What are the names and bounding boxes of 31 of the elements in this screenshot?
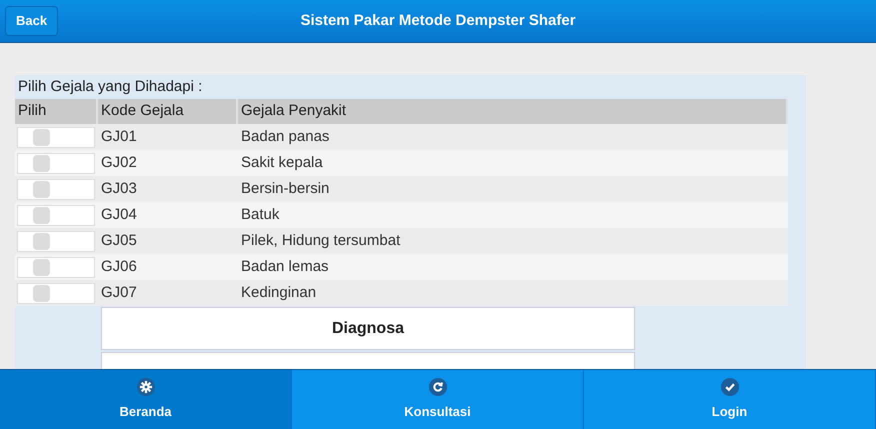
back-button[interactable]: Back (5, 6, 58, 36)
table-cell-text: Pilek, Hidung tersumbat (240, 230, 402, 251)
checkbox[interactable] (17, 230, 95, 252)
diagnosa-button[interactable]: Diagnosa (101, 307, 635, 350)
refresh-icon (428, 378, 446, 396)
checkbox[interactable] (17, 256, 95, 278)
table-cell-text: GJ04 (100, 204, 138, 225)
table-cell-text: Kedinginan (240, 282, 318, 303)
table-cell-text: GJ05 (100, 230, 138, 251)
table-cell-text: Badan lemas (240, 256, 330, 277)
table-cell-text: GJ02 (100, 152, 138, 173)
page-title: Sistem Pakar Metode Dempster Shafer (300, 10, 576, 31)
form-caption: Pilih Gejala yang Dihadapi : (17, 76, 204, 97)
table-cell-text: Badan panas (240, 126, 330, 147)
checkbox[interactable] (17, 152, 95, 174)
table-cell-text: GJ06 (100, 256, 138, 277)
nav-tab[interactable]: Beranda (0, 370, 292, 429)
nav-tab[interactable]: Login (584, 370, 876, 429)
table-cell-text: GJ01 (100, 126, 138, 147)
checkbox[interactable] (17, 282, 95, 304)
table-cell-text: Bersin-bersin (240, 178, 330, 199)
gear-icon (136, 378, 154, 396)
table-cell-text: GJ07 (100, 282, 138, 303)
checkbox[interactable] (17, 126, 95, 148)
check-icon (720, 378, 738, 396)
table-cell-text: GJ03 (100, 178, 138, 199)
nav-tab[interactable]: Konsultasi (292, 370, 584, 429)
checkbox[interactable] (17, 178, 95, 200)
checkbox[interactable] (17, 204, 95, 226)
table-cell-text: Batuk (240, 204, 280, 225)
table-cell-text: Sakit kepala (240, 152, 324, 173)
